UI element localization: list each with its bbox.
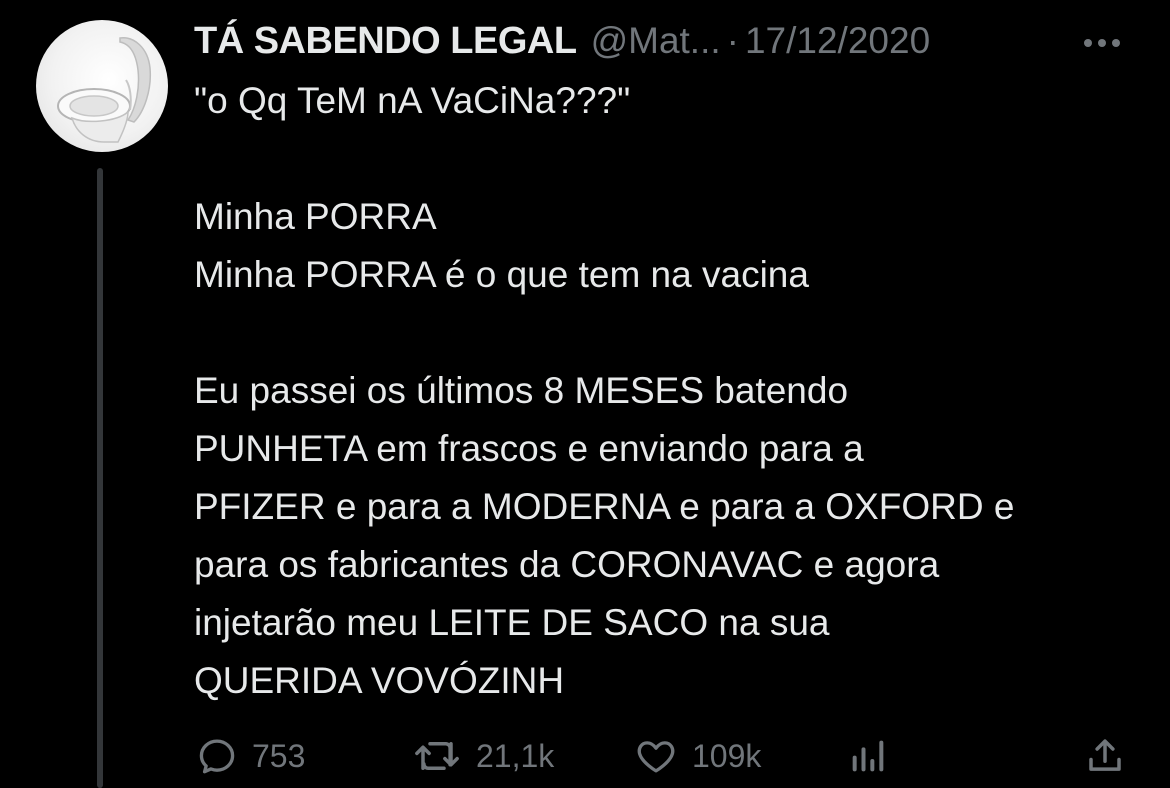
user-handle[interactable]: @Mat...	[591, 20, 721, 62]
separator-dot: ·	[726, 20, 739, 61]
heart-icon	[637, 741, 675, 773]
display-name[interactable]: TÁ SABENDO LEGAL	[194, 20, 577, 63]
tweet-text: "o Qq TeM nA VaCiNa???" Minha PORRA Minh…	[194, 72, 1154, 710]
retweet-button[interactable]: 21,1k	[412, 730, 554, 782]
reply-icon	[199, 739, 235, 774]
tweet-date[interactable]: 17/12/2020	[745, 20, 930, 62]
tweet-text-line: para os fabricantes da CORONAVAC e agora	[194, 544, 940, 585]
tweet-text-line: Minha PORRA	[194, 196, 437, 237]
avatar[interactable]	[36, 20, 168, 152]
tweet-text-line: PUNHETA em frascos e enviando para a	[194, 428, 864, 469]
share-button[interactable]	[1084, 730, 1126, 782]
reply-button[interactable]: 753	[196, 730, 305, 782]
tweet-text-line: "o Qq TeM nA VaCiNa???"	[194, 80, 631, 121]
tweet-text-line: PFIZER e para a MODERNA e para a OXFORD …	[194, 486, 1015, 527]
retweet-count: 21,1k	[476, 737, 555, 774]
reply-count: 753	[252, 737, 306, 774]
more-options-button[interactable]	[1082, 18, 1122, 68]
views-button[interactable]	[848, 730, 888, 782]
like-button[interactable]: 109k	[634, 730, 761, 782]
tweet-text-line: QUERIDA VOVÓZINH	[194, 660, 565, 701]
toilet-icon	[57, 37, 152, 143]
tweet-actions: 753 21,1k 109k	[194, 730, 1134, 782]
share-icon	[1089, 739, 1121, 771]
more-dots-icon	[1084, 39, 1120, 47]
tweet-text-line: Minha PORRA é o que tem na vacina	[194, 254, 809, 295]
views-icon	[852, 740, 884, 772]
thread-line	[97, 168, 103, 788]
tweet-text-line: Eu passei os últimos 8 MESES batendo	[194, 370, 849, 411]
tweet-header: TÁ SABENDO LEGAL @Mat... · 17/12/2020	[194, 16, 930, 66]
like-count: 109k	[692, 737, 762, 774]
retweet-icon	[415, 742, 459, 770]
tweet-text-line: injetarão meu LEITE DE SACO na sua	[194, 602, 830, 643]
